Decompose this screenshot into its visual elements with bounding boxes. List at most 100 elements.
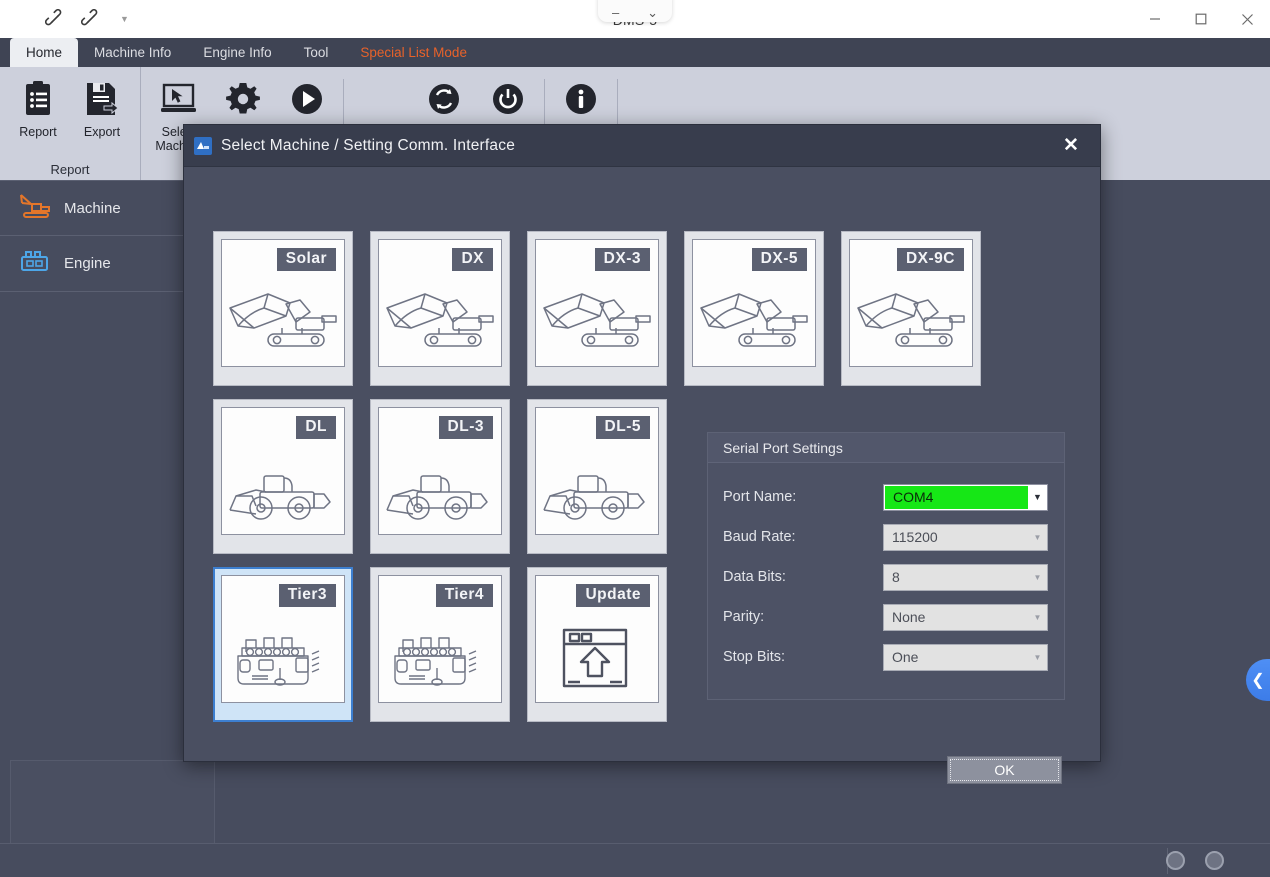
machine-tile-dl[interactable]: DL — [213, 399, 353, 554]
window-title-bar: ▼ DMS-5 – ⌄ — [0, 0, 1270, 38]
status-dot-1 — [1166, 851, 1185, 870]
ok-button[interactable]: OK — [947, 756, 1062, 784]
machine-tile-dl-3[interactable]: DL-3 — [370, 399, 510, 554]
tab-special-list-mode[interactable]: Special List Mode — [344, 38, 483, 67]
machine-tile-dx-9c[interactable]: DX-9C — [841, 231, 981, 386]
excavator-icon — [18, 192, 52, 224]
report-button[interactable]: Report — [6, 75, 70, 141]
port-name-label: Port Name: — [723, 489, 797, 505]
sidebar-item-engine-label: Engine — [64, 255, 111, 272]
parity-select[interactable]: None ▼ — [883, 603, 1048, 631]
machine-tile-label: DX-9C — [896, 248, 964, 271]
window-controls — [1132, 0, 1270, 38]
port-name-value: COM4 — [885, 485, 1028, 509]
sidebar-item-engine[interactable]: Engine — [0, 236, 196, 292]
application-window: ▼ DMS-5 – ⌄ Home Machine Info Engine Inf… — [0, 0, 1270, 877]
link-icon[interactable] — [44, 8, 66, 30]
app-icon — [194, 136, 212, 155]
loader-art-icon — [536, 462, 658, 528]
gear-icon — [225, 77, 261, 121]
dialog-title-bar: Select Machine / Setting Comm. Interface… — [184, 125, 1100, 167]
excavator-art-icon — [693, 286, 815, 360]
machine-tile-dx-3[interactable]: DX-3 — [527, 231, 667, 386]
machine-tile-label: DX-5 — [751, 248, 807, 271]
close-icon[interactable]: ✕ — [1058, 133, 1084, 159]
clipboard-report-icon — [21, 77, 55, 121]
baud-rate-row: Baud Rate: 115200 ▼ — [723, 517, 1048, 557]
maximize-icon[interactable] — [1178, 0, 1224, 38]
chevron-down-icon[interactable]: ▼ — [1028, 525, 1047, 550]
machine-tile-label: DL — [296, 416, 336, 439]
excavator-art-icon — [536, 286, 658, 360]
parity-label: Parity: — [723, 609, 765, 625]
chevron-down-icon[interactable]: ▼ — [1028, 565, 1047, 590]
data-bits-label: Data Bits: — [723, 569, 786, 585]
machine-tile-label: Update — [576, 584, 650, 607]
snap-layout-popup[interactable]: – ⌄ — [598, 0, 672, 22]
port-name-row: Port Name: COM4 ▼ — [723, 477, 1048, 517]
engine-icon — [18, 248, 52, 280]
machine-tile-tier4[interactable]: Tier4 — [370, 567, 510, 722]
excavator-art-icon — [850, 286, 972, 360]
port-name-select[interactable]: COM4 ▼ — [883, 483, 1048, 511]
machine-tile-dx-5[interactable]: DX-5 — [684, 231, 824, 386]
link-icon[interactable] — [80, 8, 102, 30]
sidebar-item-machine-label: Machine — [64, 199, 121, 217]
loader-art-icon — [379, 462, 501, 528]
left-content-panel — [10, 760, 215, 846]
focus-outline — [950, 759, 1059, 781]
tab-engine-info[interactable]: Engine Info — [187, 38, 287, 67]
machine-tile-dl-5[interactable]: DL-5 — [527, 399, 667, 554]
export-button-label: Export — [83, 125, 121, 139]
data-bits-value: 8 — [892, 569, 900, 585]
machine-tile-update[interactable]: Update — [527, 567, 667, 722]
loader-art-icon — [222, 462, 344, 528]
parity-row: Parity: None ▼ — [723, 597, 1048, 637]
tab-home[interactable]: Home — [10, 38, 79, 67]
snap-restore-glyph[interactable]: ⌄ — [647, 6, 658, 19]
play-icon — [289, 77, 325, 121]
ribbon-tab-strip: Home Machine Info Engine Info Tool Speci… — [0, 38, 1270, 67]
status-indicators — [1166, 851, 1224, 870]
power-icon — [490, 77, 526, 121]
status-bar — [0, 843, 1270, 877]
baud-rate-label: Baud Rate: — [723, 529, 796, 545]
minimize-icon[interactable] — [1132, 0, 1178, 38]
machine-tile-tier3[interactable]: Tier3 — [213, 567, 353, 722]
machine-tile-label: DL-5 — [595, 416, 650, 439]
stop-bits-select[interactable]: One ▼ — [883, 643, 1048, 671]
snap-minimize-glyph[interactable]: – — [612, 6, 619, 19]
baud-rate-value: 115200 — [892, 529, 938, 545]
baud-rate-select[interactable]: 115200 ▼ — [883, 523, 1048, 551]
machine-tile-solar[interactable]: Solar — [213, 231, 353, 386]
dialog-body: Solar DX DX-3 DX-5 DX-9C DL DL-3 DL-5 Ti… — [184, 167, 1100, 784]
ribbon-group-report-label: Report — [50, 161, 90, 177]
quick-access-toolbar: ▼ — [44, 8, 129, 30]
sidebar: Machine Engine — [0, 180, 197, 780]
machine-tile-label: DL-3 — [438, 416, 493, 439]
chevron-down-icon[interactable]: ▼ — [120, 14, 129, 24]
machine-tile-dx[interactable]: DX — [370, 231, 510, 386]
select-machine-dialog: Select Machine / Setting Comm. Interface… — [183, 124, 1101, 784]
data-bits-row: Data Bits: 8 ▼ — [723, 557, 1048, 597]
parity-value: None — [892, 609, 926, 625]
excavator-art-icon — [379, 286, 501, 360]
close-icon[interactable] — [1224, 0, 1270, 38]
serial-port-settings-fields: Port Name: COM4 ▼ Baud Rate: 115200 ▼ Da… — [708, 463, 1064, 677]
stop-bits-row: Stop Bits: One ▼ — [723, 637, 1048, 677]
tab-tool[interactable]: Tool — [288, 38, 345, 67]
chevron-down-icon[interactable]: ▼ — [1028, 645, 1047, 670]
info-icon — [563, 77, 599, 121]
machine-tile-label: Tier3 — [278, 584, 336, 607]
export-button[interactable]: Export — [70, 75, 134, 141]
data-bits-select[interactable]: 8 ▼ — [883, 563, 1048, 591]
stop-bits-value: One — [892, 649, 919, 665]
serial-port-settings-title: Serial Port Settings — [708, 433, 1064, 463]
excavator-art-icon — [222, 286, 344, 360]
report-button-label: Report — [19, 125, 57, 139]
chevron-down-icon[interactable]: ▼ — [1028, 485, 1047, 510]
chevron-down-icon[interactable]: ▼ — [1028, 605, 1047, 630]
machine-tile-label: Solar — [276, 248, 336, 271]
tab-machine-info[interactable]: Machine Info — [78, 38, 187, 67]
sidebar-item-machine[interactable]: Machine — [0, 180, 196, 236]
